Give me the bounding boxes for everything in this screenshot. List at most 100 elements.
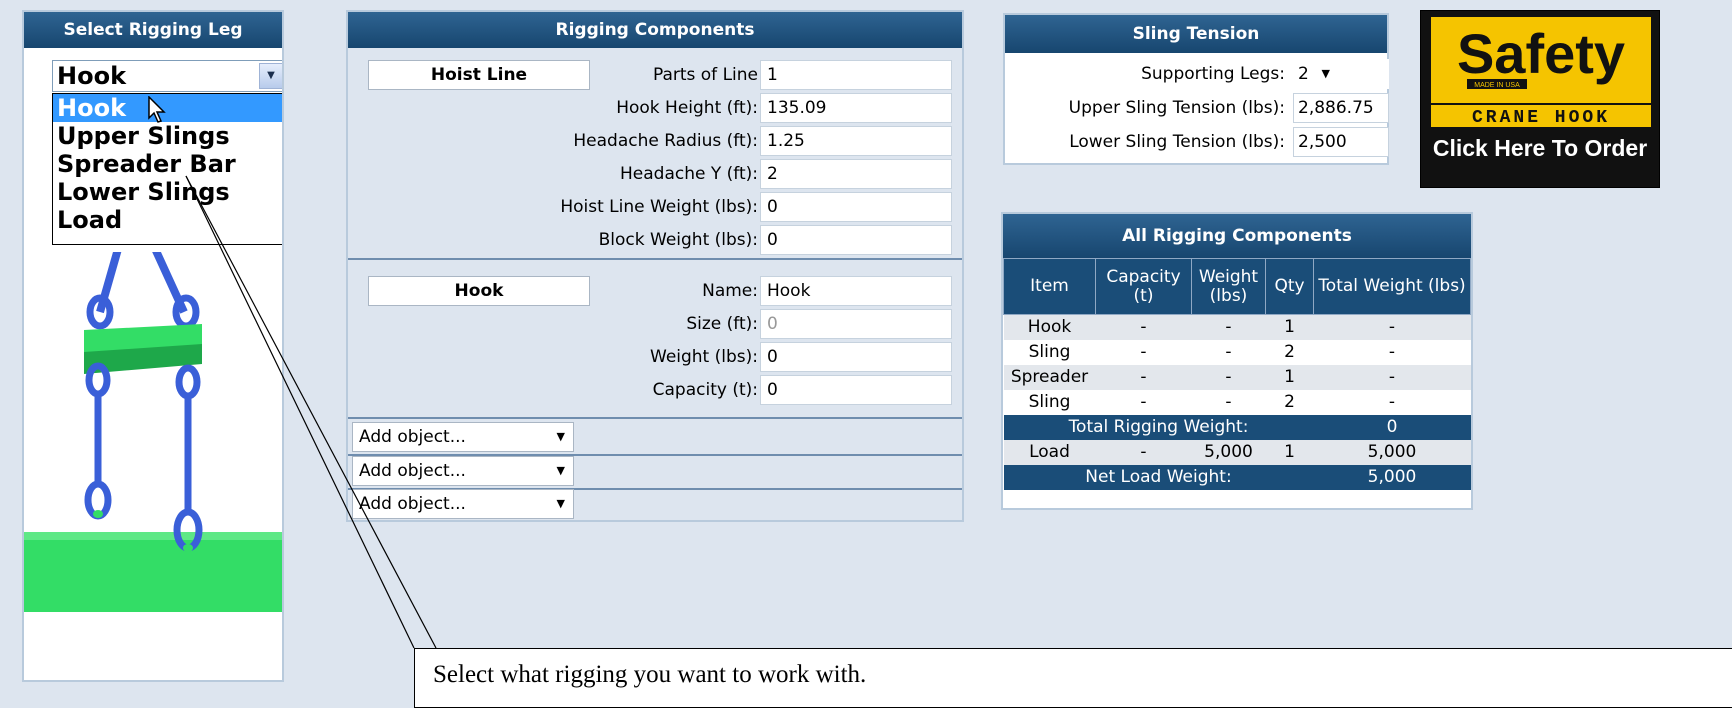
cell: - xyxy=(1313,364,1471,390)
cell: 2 xyxy=(1284,342,1295,362)
safety-j-order-ad[interactable]: Safety MADE IN USA CRANE HOOK Click Here… xyxy=(1420,10,1660,188)
leg-option-upper-slings[interactable]: Upper Slings xyxy=(53,122,282,150)
leg-option-hook[interactable]: Hook xyxy=(53,94,282,122)
chevron-down-icon[interactable]: ▼ xyxy=(259,63,282,89)
total-rigging-row: Total Rigging Weight: 0 xyxy=(1003,414,1471,440)
hook-weight-input[interactable]: 0 xyxy=(760,342,952,372)
cell: - xyxy=(1140,342,1147,362)
parts-of-line-input[interactable]: 1 xyxy=(760,60,952,90)
cell: - xyxy=(1225,342,1232,362)
field-label: Headache Y (ft): xyxy=(620,164,758,184)
field-label: Headache Radius (ft): xyxy=(573,131,758,151)
rigging-summary-table: Item Capacity (t) Weight (lbs) Qty Total… xyxy=(1003,258,1471,490)
cell: 5,000 xyxy=(1191,439,1266,465)
help-tooltip: Select what rigging you want to work wit… xyxy=(414,648,1732,708)
table-row: Hook - - 1 - xyxy=(1003,314,1471,340)
svg-text:Safety: Safety xyxy=(1457,22,1625,85)
col-qty: Qty xyxy=(1265,258,1314,315)
headache-y-input[interactable]: 2 xyxy=(760,159,952,189)
cell: - xyxy=(1313,314,1471,340)
table-row: Sling - - 2 - xyxy=(1004,390,1471,415)
load-row: Load - 5,000 1 5,000 xyxy=(1003,439,1471,465)
leg-option-lower-slings[interactable]: Lower Slings xyxy=(53,178,282,206)
hoist-line-weight-input[interactable]: 0 xyxy=(760,192,952,222)
hook-name-input[interactable]: Hook xyxy=(760,276,952,306)
cell: Load xyxy=(1003,439,1096,465)
cell: - xyxy=(1095,439,1192,465)
mouse-cursor-icon xyxy=(148,96,166,123)
field-label: Capacity (t): xyxy=(652,380,758,400)
cell: - xyxy=(1191,364,1266,390)
supporting-legs-select[interactable]: 2 ▼ xyxy=(1293,59,1389,89)
sling-tension-title: Sling Tension xyxy=(1005,15,1387,53)
field-label: Hook Height (ft): xyxy=(616,98,758,118)
add-object-select[interactable]: Add object... ▼ xyxy=(352,456,574,486)
cell: - xyxy=(1388,342,1396,362)
cell: 1 xyxy=(1265,314,1314,340)
net-load-row: Net Load Weight: 5,000 xyxy=(1003,464,1471,490)
leg-option-load[interactable]: Load xyxy=(53,206,282,234)
rigging-components-title: Rigging Components xyxy=(348,12,962,48)
cell: Spreader xyxy=(1003,364,1096,390)
cell: - xyxy=(1095,364,1192,390)
chevron-down-icon: ▼ xyxy=(1321,67,1330,80)
col-total-weight: Total Weight (lbs) xyxy=(1313,258,1471,315)
rigging-leg-title: Select Rigging Leg xyxy=(24,12,282,48)
add-object-select[interactable]: Add object... ▼ xyxy=(352,422,574,452)
chevron-down-icon: ▼ xyxy=(556,497,565,510)
cell: 1 xyxy=(1265,439,1314,465)
hook-size-input[interactable]: 0 xyxy=(760,309,952,339)
field-label: Weight (lbs): xyxy=(650,347,758,367)
cell: 2 xyxy=(1284,392,1295,412)
section-divider xyxy=(348,417,962,419)
cell: Sling xyxy=(1028,342,1071,362)
sling-tension-panel: Sling Tension Supporting Legs: 2 ▼ Upper… xyxy=(1003,13,1389,165)
cell: Sling xyxy=(1028,392,1071,412)
field-label: Parts of Line xyxy=(652,65,758,85)
hoist-line-label: Hoist Line xyxy=(368,60,590,90)
hook-height-input[interactable]: 135.09 xyxy=(760,93,952,123)
supporting-legs-label: Supporting Legs: xyxy=(1141,64,1285,84)
col-item: Item xyxy=(1003,258,1096,315)
order-link[interactable]: Click Here To Order xyxy=(1421,135,1659,162)
lower-sling-tension-label: Lower Sling Tension (lbs): xyxy=(1069,132,1285,152)
svg-text:CRANE HOOK: CRANE HOOK xyxy=(1472,108,1610,128)
all-rigging-title: All Rigging Components xyxy=(1003,214,1471,258)
field-label: Name: xyxy=(702,281,758,301)
lower-sling-tension-value: 2,500 xyxy=(1293,127,1389,157)
cell: Hook xyxy=(1003,314,1096,340)
section-divider xyxy=(348,258,962,260)
cell: - xyxy=(1191,314,1266,340)
add-object-label: Add object... xyxy=(359,494,466,514)
cell: - xyxy=(1388,392,1396,412)
tooltip-text: Select what rigging you want to work wit… xyxy=(433,661,867,688)
rigging-leg-dropdown-list: Hook Upper Slings Spreader Bar Lower Sli… xyxy=(52,93,282,245)
field-label: Hoist Line Weight (lbs): xyxy=(560,197,758,217)
cell: - xyxy=(1140,392,1147,412)
leg-option-spreader-bar[interactable]: Spreader Bar xyxy=(53,150,282,178)
cell: 5,000 xyxy=(1313,439,1471,465)
add-object-select[interactable]: Add object... ▼ xyxy=(352,489,574,519)
upper-sling-tension-label: Upper Sling Tension (lbs): xyxy=(1068,98,1285,118)
hook-capacity-input[interactable]: 0 xyxy=(760,375,952,405)
total-rigging-label: Total Rigging Weight: xyxy=(1003,414,1314,440)
col-capacity: Capacity (t) xyxy=(1095,258,1192,315)
table-header-row: Item Capacity (t) Weight (lbs) Qty Total… xyxy=(1003,258,1471,315)
field-label: Block Weight (lbs): xyxy=(598,230,758,250)
headache-radius-input[interactable]: 1.25 xyxy=(760,126,952,156)
rigging-leg-selected: Hook xyxy=(57,62,127,90)
table-row: Sling - - 2 - xyxy=(1004,340,1471,365)
rigging-3d-view xyxy=(24,240,282,680)
rigging-components-panel: Rigging Components Hoist Line Parts of L… xyxy=(346,10,964,522)
add-object-label: Add object... xyxy=(359,461,466,481)
net-load-label: Net Load Weight: xyxy=(1003,464,1314,490)
field-label: Size (ft): xyxy=(686,314,758,334)
cell: - xyxy=(1225,392,1232,412)
rigging-leg-select[interactable]: Hook ▼ xyxy=(52,60,282,92)
hook-section-label: Hook xyxy=(368,276,590,306)
cell: 1 xyxy=(1265,364,1314,390)
cell: - xyxy=(1095,314,1192,340)
block-weight-input[interactable]: 0 xyxy=(760,225,952,255)
chevron-down-icon: ▼ xyxy=(556,464,565,477)
table-row: Spreader - - 1 - xyxy=(1003,364,1471,390)
